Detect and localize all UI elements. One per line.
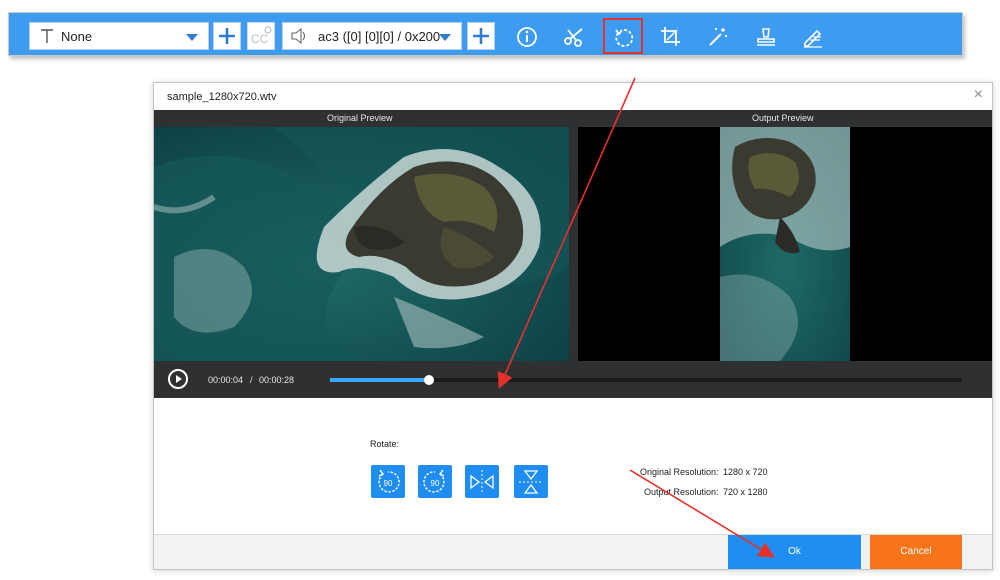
editing-toolbar: None CC ac3 ([0] [0][0] / 0x200 [8, 12, 963, 56]
add-subtitle-icon [219, 28, 235, 44]
crop-icon [661, 27, 680, 46]
rotate-left-90-label: 90 [384, 479, 393, 488]
audio-track-value: ac3 ([0] [0][0] / 0x200 [318, 29, 441, 44]
info-icon [517, 27, 537, 47]
seek-bar-progress [330, 378, 430, 382]
preview-area: Original Preview Output Preview 00:00:04… [154, 110, 992, 398]
scissors-icon [564, 28, 583, 47]
subtitle-settings-button[interactable]: CC [247, 22, 275, 50]
cancel-button[interactable]: Cancel [870, 535, 962, 569]
current-time: 00:00:04 [208, 375, 244, 385]
add-audio-icon [473, 28, 489, 44]
rotate-label: Rotate: [370, 439, 400, 449]
flip-horizontal-button[interactable] [465, 465, 499, 498]
seek-bar[interactable] [330, 375, 962, 385]
rotate-right-90-icon: 90 [423, 469, 445, 493]
output-resolution-value: 720 x 1280 [723, 487, 768, 497]
chevron-down-icon [439, 34, 451, 41]
original-resolution-label: Original Resolution: [640, 467, 719, 477]
audio-track-select[interactable]: ac3 ([0] [0][0] / 0x200 [282, 22, 462, 50]
subtitle-select[interactable]: None [29, 22, 209, 50]
output-preview-panel [578, 127, 992, 361]
rotate-tool-button[interactable] [603, 18, 643, 54]
text-icon [41, 29, 53, 43]
dialog-footer [154, 534, 992, 569]
original-preview-label: Original Preview [327, 113, 393, 123]
close-icon[interactable]: × [974, 87, 983, 103]
total-time: 00:00:28 [259, 375, 295, 385]
rotate-right-button[interactable]: 90 [418, 465, 452, 498]
stamp-icon [757, 28, 775, 46]
rotate-left-button[interactable]: 90 [371, 465, 405, 498]
edit-button[interactable] [795, 21, 831, 53]
subtitle-select-value: None [61, 29, 93, 44]
time-separator: / [250, 375, 253, 385]
seek-bar-thumb[interactable] [424, 375, 435, 385]
rotate-right-90-label: 90 [431, 479, 440, 488]
rotate-icon [615, 29, 634, 47]
info-button[interactable] [509, 21, 545, 53]
original-preview-image [154, 127, 569, 361]
ok-button[interactable]: Ok [728, 535, 861, 569]
rotate-dialog: sample_1280x720.wtv × Original Preview O… [153, 82, 993, 570]
cc-settings-icon: CC [251, 26, 272, 46]
output-preview-label: Output Preview [752, 113, 814, 123]
magic-wand-icon [709, 28, 727, 46]
watermark-button[interactable] [748, 21, 784, 53]
dialog-title: sample_1280x720.wtv [167, 91, 277, 103]
play-button[interactable] [168, 369, 188, 389]
original-resolution-value: 1280 x 720 [723, 467, 768, 477]
chevron-down-icon [186, 34, 198, 41]
add-audio-button[interactable] [467, 22, 495, 50]
flip-vertical-icon [519, 470, 543, 494]
crop-button[interactable] [653, 21, 689, 53]
speaker-icon [291, 28, 306, 44]
svg-text:CC: CC [251, 32, 269, 46]
effects-button[interactable] [700, 21, 736, 53]
rotate-left-90-icon: 90 [378, 469, 400, 493]
trim-button[interactable] [556, 21, 592, 53]
flip-vertical-button[interactable] [514, 465, 548, 498]
flip-horizontal-icon [470, 470, 494, 494]
output-preview-image [720, 127, 850, 361]
output-resolution-label: Output Resolution: [644, 487, 719, 497]
edit-icon [804, 29, 822, 48]
add-subtitle-button[interactable] [213, 22, 241, 50]
